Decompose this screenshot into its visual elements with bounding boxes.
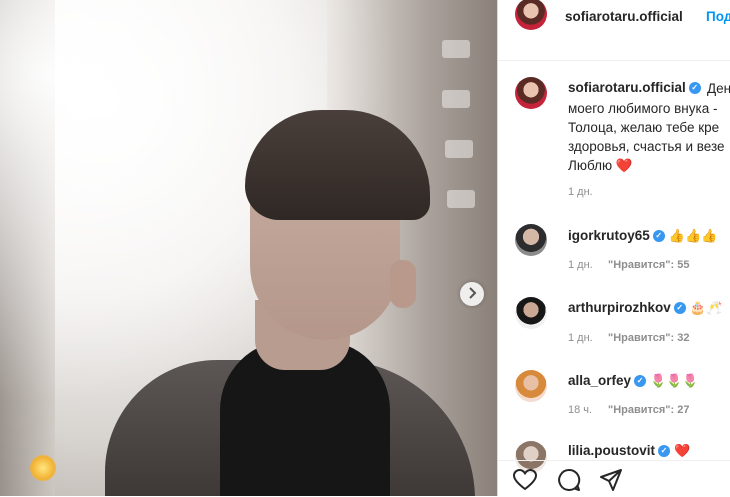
comment-user[interactable]: igorkrutoy65 ✓ 👍👍👍	[568, 228, 717, 244]
comment-username[interactable]: lilia.poustovit	[568, 443, 655, 458]
post-actions-bar	[498, 460, 730, 497]
caption-line-5: Люблю ❤️	[568, 158, 633, 173]
comment-avatar[interactable]	[515, 297, 547, 329]
post-photo[interactable]	[0, 0, 497, 496]
post-header: sofiarotaru.official Под	[498, 0, 730, 61]
comment-time[interactable]: 1 дн.	[568, 332, 593, 344]
hair	[245, 110, 430, 220]
author-avatar[interactable]	[515, 0, 547, 30]
comment-likes[interactable]: "Нравится": 32	[608, 332, 689, 344]
share-button[interactable]	[598, 468, 624, 497]
comment-likes[interactable]: "Нравится": 55	[608, 259, 689, 271]
comment-icon	[557, 468, 581, 497]
verified-badge-icon: ✓	[673, 302, 686, 315]
verified-badge-icon: ✓	[688, 82, 701, 95]
comment-text: 🌷🌷🌷	[650, 373, 699, 389]
ear	[390, 260, 416, 308]
comment-user[interactable]: lilia.poustovit ✓ ❤️	[568, 443, 690, 459]
caption-time[interactable]: 1 дн.	[568, 186, 593, 198]
comment-likes[interactable]: "Нравится": 27	[608, 404, 689, 416]
comment-user[interactable]: arthurpirozhkov ✓ 🎂🥂	[568, 300, 722, 316]
caption-line-2: моего любимого внука -	[568, 101, 718, 116]
caption-line-3: Толоца, желаю тебе кре	[568, 120, 720, 135]
comment-username[interactable]: arthurpirozhkov	[568, 300, 671, 315]
next-photo-button[interactable]	[460, 282, 484, 306]
comment-time[interactable]: 1 дн.	[568, 259, 593, 271]
paper-plane-icon	[599, 468, 623, 497]
verified-badge-icon: ✓	[634, 375, 647, 388]
street-light	[30, 455, 56, 481]
comment-avatar[interactable]	[515, 370, 547, 402]
caption-line-1: Ден	[707, 81, 730, 96]
heart-icon	[512, 468, 538, 496]
caption-avatar[interactable]	[515, 77, 547, 109]
comment-text: ❤️	[674, 443, 691, 459]
verified-badge-icon: ✓	[652, 230, 665, 243]
caption-username[interactable]: sofiarotaru.official ✓	[568, 80, 701, 95]
like-button[interactable]	[512, 468, 538, 496]
comment-avatar[interactable]	[515, 224, 547, 256]
comment-text: 👍👍👍	[668, 228, 718, 244]
author-username[interactable]: sofiarotaru.official	[565, 9, 683, 24]
caption-line-4: здоровья, счастья и везе	[568, 139, 725, 154]
follow-button[interactable]: Под	[706, 9, 730, 24]
comment-button[interactable]	[556, 468, 582, 497]
comment-text: 🎂🥂	[689, 300, 723, 316]
comment-username[interactable]: igorkrutoy65	[568, 228, 650, 243]
comment-user[interactable]: alla_orfey ✓ 🌷🌷🌷	[568, 373, 699, 389]
portrait-person	[105, 110, 475, 496]
post-side-panel: sofiarotaru.official Под sofiarotaru.off…	[497, 0, 730, 496]
comment-time[interactable]: 18 ч.	[568, 404, 592, 416]
comment-username[interactable]: alla_orfey	[568, 373, 631, 388]
verified-badge-icon: ✓	[658, 445, 671, 458]
caption-author[interactable]: sofiarotaru.official	[568, 80, 686, 95]
chevron-right-icon	[467, 286, 477, 302]
